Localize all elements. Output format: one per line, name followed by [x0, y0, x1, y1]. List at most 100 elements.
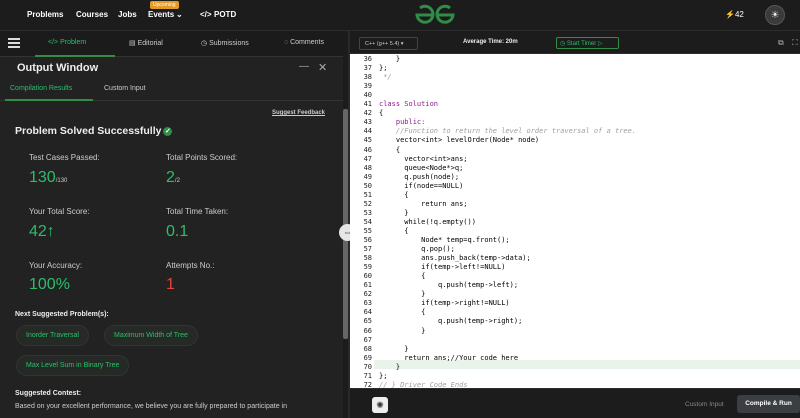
editor-toolbar: C++ (g++ 5.4) ▾ Average Time: 20m ◷ Star… [350, 31, 800, 54]
stat-label-test-cases: Test Cases Passed: [29, 153, 100, 162]
nav-jobs[interactable]: Jobs [118, 10, 137, 19]
code-line: if(temp->right!=NULL) [379, 299, 510, 308]
code-line: } [379, 344, 409, 353]
output-window-title: Output Window [17, 62, 99, 74]
suggested-problem-chip[interactable]: Maximum Width of Tree [104, 325, 198, 346]
line-number: 39 [363, 82, 372, 91]
stat-test-cases: 130/130 [29, 169, 68, 186]
language-select[interactable]: C++ (g++ 5.4) ▾ [359, 37, 418, 50]
code-line: { [379, 272, 426, 281]
code-line: } [379, 208, 409, 217]
nav-courses[interactable]: Courses [76, 10, 108, 19]
gfg-logo[interactable] [413, 3, 457, 27]
fullscreen-icon[interactable]: ⛶ [792, 38, 798, 48]
stat-label-accuracy: Your Accuracy: [29, 261, 83, 270]
line-number: 52 [363, 199, 372, 208]
code-line: }; [379, 371, 388, 380]
code-line: if(node==NULL) [379, 181, 464, 190]
stat-attempts: 1 [166, 276, 175, 293]
line-number: 63 [363, 299, 372, 308]
line-number: 54 [363, 217, 372, 226]
tab-compilation-results[interactable]: Compilation Results [10, 85, 72, 92]
minimize-icon[interactable]: — [299, 61, 309, 72]
line-number: 65 [363, 317, 372, 326]
lightbulb-icon[interactable]: ✺ [372, 397, 388, 413]
suggested-problem-chip[interactable]: Inorder Traversal [16, 325, 89, 346]
nav-events[interactable]: Events [148, 10, 174, 19]
next-problems-heading: Next Suggested Problem(s): [15, 311, 109, 318]
editor-panel: C++ (g++ 5.4) ▾ Average Time: 20m ◷ Star… [350, 31, 800, 418]
code-editor[interactable]: 36 } 37}; 38 */ 39 40 41 class Solution 42 {43 p… [350, 54, 800, 388]
nav-potd[interactable]: POTD [214, 10, 236, 19]
suggested-contest-heading: Suggested Contest: [15, 390, 82, 397]
line-number: 48 [363, 163, 372, 172]
line-number: 40 [363, 91, 372, 100]
tab-comments[interactable]: ◌ Comments [284, 39, 324, 46]
code-line: vector<int>ans; [379, 154, 468, 163]
menu-icon[interactable] [8, 38, 20, 48]
contest-description: Based on your excellent performance, we … [15, 403, 287, 410]
line-number: 36 [363, 55, 372, 63]
clock-icon: ◷ [560, 41, 566, 47]
chevron-down-icon[interactable]: ⌄ [176, 10, 183, 19]
lightning-icon: ⚡ [725, 10, 735, 19]
line-number: 37 [363, 64, 372, 73]
code-line: // } Driver Code Ends [379, 380, 468, 388]
code-line: //Function to return the level order tra… [379, 127, 637, 136]
code-line: return ans;//Your code here [379, 353, 519, 362]
tab-editorial[interactable]: ▤ Editorial [129, 39, 163, 47]
stat-points: 2/2 [166, 169, 180, 186]
problem-tabs: </> Problem ▤ Editorial ◷ Submissions ◌ … [0, 31, 343, 57]
line-number: 72 [363, 380, 372, 388]
code-line: } [379, 326, 426, 335]
code-line: { [379, 308, 426, 317]
line-number: 57 [363, 245, 372, 254]
average-time: Average Time: 20m [463, 39, 518, 45]
play-icon: ▷ [597, 41, 603, 47]
code-line: return ans; [379, 199, 468, 208]
code-line: } [379, 55, 401, 63]
code-line: } [379, 362, 401, 371]
top-nav: Problems Courses Jobs Upcoming Events ⌄ … [0, 0, 800, 31]
nav-problems[interactable]: Problems [27, 10, 63, 19]
tab-custom-input[interactable]: Custom Input [104, 85, 146, 92]
line-number: 70 [363, 362, 372, 371]
line-number: 43 [363, 118, 372, 127]
copy-icon[interactable]: ⧉ [778, 38, 784, 48]
sun-icon: ☀ [770, 9, 780, 21]
close-icon[interactable]: ✕ [318, 61, 327, 74]
editor-footer: ✺ Custom Input Compile & Run [350, 388, 800, 418]
active-tab-indicator [35, 55, 115, 57]
line-number: 68 [363, 344, 372, 353]
start-timer-button[interactable]: ◷ Start Timer ▷ [556, 37, 619, 49]
line-number: 61 [363, 281, 372, 290]
stat-accuracy: 100% [29, 276, 70, 293]
stat-time: 0.1 [166, 223, 189, 240]
suggest-feedback-link[interactable]: Suggest Feedback [272, 110, 325, 116]
stat-label-time: Total Time Taken: [166, 207, 229, 216]
code-line: q.push(temp->right); [379, 317, 523, 326]
left-panel: </> Problem ▤ Editorial ◷ Submissions ◌ … [0, 31, 343, 418]
line-number: 44 [363, 127, 372, 136]
arrow-up-icon: ↑ [46, 223, 55, 240]
streak-counter: ⚡42 [725, 10, 744, 19]
output-subtabs: Compilation Results Custom Input [0, 79, 343, 101]
line-number: 56 [363, 236, 372, 244]
compile-run-button[interactable]: Compile & Run [737, 395, 800, 413]
line-number: 59 [363, 263, 372, 272]
tab-submissions[interactable]: ◷ Submissions [201, 39, 249, 47]
stat-total-score: 42↑ [29, 223, 55, 240]
tab-problem[interactable]: </> Problem [48, 39, 86, 46]
status-heading: Problem Solved Successfully ✓ [15, 125, 173, 137]
line-number: 67 [363, 335, 372, 344]
code-line: while(!q.empty()) [379, 217, 476, 226]
custom-input-button[interactable]: Custom Input [685, 401, 724, 408]
theme-toggle-button[interactable]: ☀ [765, 5, 785, 25]
line-number: 47 [363, 154, 372, 163]
code-line: Node* temp=q.front(); [379, 236, 510, 244]
code-line: if(temp->left!=NULL) [379, 263, 506, 272]
code-line: }; [379, 64, 388, 73]
stat-label-points: Total Points Scored: [166, 153, 238, 162]
code-line: q.pop(); [379, 245, 455, 254]
suggested-problem-chip[interactable]: Max Level Sum in Binary Tree [16, 355, 130, 376]
